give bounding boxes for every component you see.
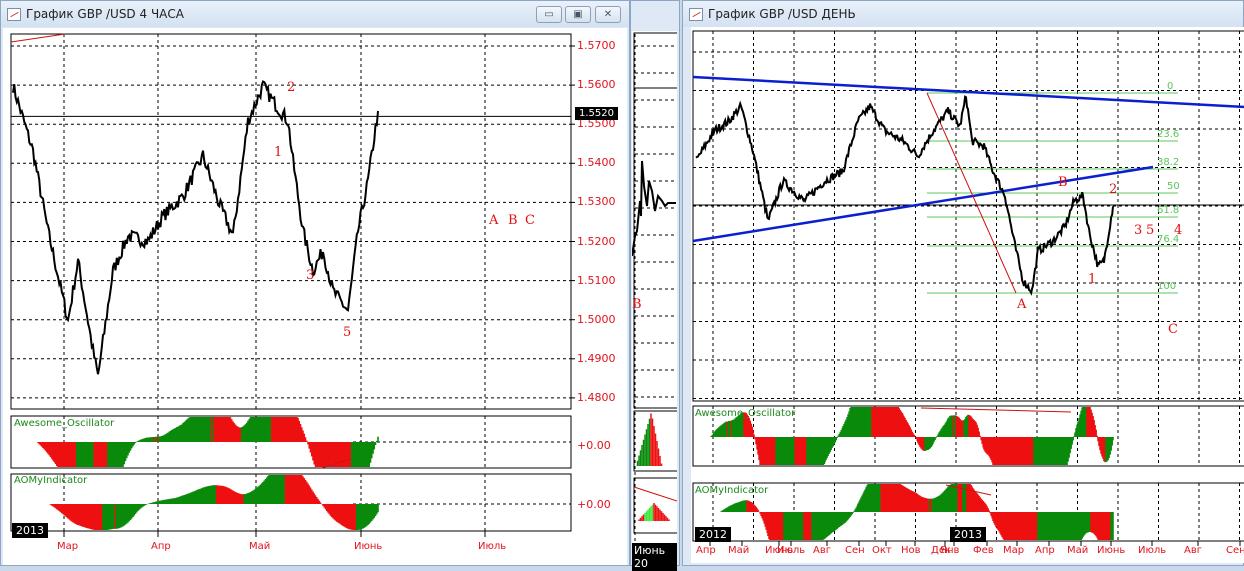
date-tag: Июнь 20 [632,543,677,571]
window-titlebar[interactable]: График GBP /USD 4 ЧАСА ▭ ▣ ✕ [1,1,629,27]
wave-label-1: 1 [274,145,283,160]
wave-label-b: B [1058,175,1068,190]
price-line [12,80,379,375]
wave-label-2: 2 [1109,182,1118,197]
price-axis-label: 1.5200 [577,234,616,248]
wave-label-2: 2 [287,80,296,95]
price-panel [692,30,1244,402]
wave-label-5: 5 [1146,223,1155,238]
fib-level-label: 38.2 [1157,157,1180,168]
chart-window-4h: График GBP /USD 4 ЧАСА ▭ ▣ ✕ 1.5700 1.560… [0,0,630,566]
price-axis-label: 1.5300 [577,195,616,209]
wave-label-5: 5 [343,325,352,340]
indicator-label-aomy: AOMyIndicator [695,485,769,496]
month-label: Июль [777,545,806,556]
month-label: Апр [696,545,716,556]
wave-label-3: 3 [1134,223,1143,238]
month-label: Июнь [354,541,383,552]
price-axis-label: 1.5000 [577,312,616,326]
month-label: Июль [478,541,507,552]
chart-canvas [692,30,1244,546]
month-label: Нов [901,545,921,556]
price-axis-label: 1.4800 [577,390,616,404]
fib-level-label: 23.6 [1157,129,1180,140]
chart-window-daily: График GBP /USD ДЕНЬ 0 23.6 38.2 50 61.8 76.4… [682,0,1244,566]
trendline-upper [692,75,1244,109]
chart-icon [7,7,21,21]
month-label: Апр [151,541,171,552]
price-axis-label: 1.5600 [577,78,616,92]
month-label: Окт [872,545,892,556]
year-tag-2013: 2013 [950,527,986,542]
chart-icon [689,7,703,21]
chart-area-partial[interactable]: B Июнь 20 [632,31,677,571]
year-tag-2012: 2012 [695,527,731,542]
chart-canvas [10,33,575,537]
indicator-label-ao: Awesome_Oscillator [695,408,796,419]
month-label: Авг [813,545,831,556]
fib-level-label: 0 [1167,81,1174,92]
wave-label-b: B [508,213,518,228]
trend-line [10,33,66,43]
month-label: Мар [57,541,79,552]
chart-window-partial: B Июнь 20 [630,0,680,571]
wave-label-c: C [525,213,535,228]
wave-label-3: 3 [306,268,315,283]
window-titlebar[interactable]: График GBP /USD ДЕНЬ [683,1,1243,27]
month-label: Сен [845,545,865,556]
panel [633,87,677,409]
price-axis-label: 1.5400 [577,156,616,170]
window-title: График GBP /USD 4 ЧАСА [26,7,184,21]
close-button[interactable]: ✕ [595,6,621,23]
price-line [632,160,676,257]
minimize-button[interactable]: ▭ [536,6,562,23]
fib-level-label: 50 [1167,181,1180,192]
wave-label-b: B [632,297,642,312]
chart-area[interactable]: 1.5700 1.5600 1.5500 1.5400 1.5300 1.5200 1.51… [3,28,627,565]
wave-label-a: A [489,213,499,228]
price-axis-label: 1.5700 [577,39,616,52]
month-label: Июнь [1097,545,1126,556]
restore-button[interactable]: ▣ [565,6,591,23]
month-label: Сен [1226,545,1244,556]
trend-line [633,486,677,502]
indicator-label-ao: Awesome_Oscillator [14,418,115,429]
wave-label-4: 4 [1174,223,1183,238]
window-title: График GBP /USD ДЕНЬ [708,7,856,21]
month-label: Май [1067,545,1089,556]
month-label: Май [249,541,271,552]
price-line [695,95,1114,296]
panel [633,32,677,89]
wave-label-c: C [1168,322,1178,337]
price-axis-label: 1.4900 [577,351,616,365]
current-price-tag: 1.5520 [575,107,618,120]
aomy-zero-label: +0.00 [577,498,611,511]
price-axis-label: 1.5100 [577,273,616,287]
month-label: Апр [1035,545,1055,556]
year-tag: 2013 [12,523,48,538]
month-label: Авг [1184,545,1202,556]
month-label: Фев [973,545,994,556]
month-label: Мар [1003,545,1025,556]
chart-area[interactable]: 0 23.6 38.2 50 61.8 76.4 100 Awesome_Oscillato… [691,27,1244,563]
chart-canvas [632,32,677,561]
month-label: Июль [1138,545,1167,556]
indicator-label-aomy: AOMyIndicator [14,475,88,486]
wave-label-1: 1 [1088,272,1097,287]
wave-label-a: A [1017,297,1027,312]
month-label: Май [728,545,750,556]
month-label: Янв [940,545,960,556]
fib-level-label: 61.8 [1157,205,1180,216]
ao-zero-label: +0.00 [577,439,611,452]
fib-level-label: 100 [1157,281,1177,292]
